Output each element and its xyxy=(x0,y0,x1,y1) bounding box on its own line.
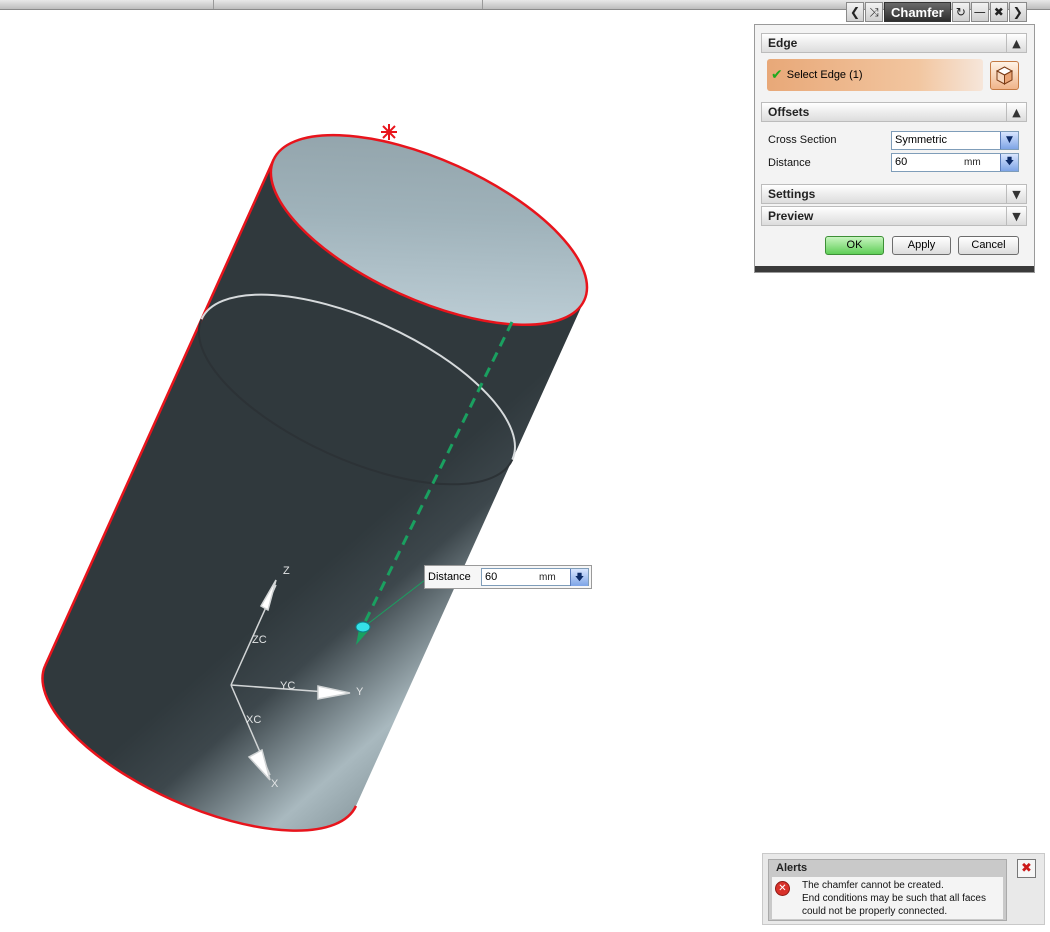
minimize-icon[interactable]: — xyxy=(970,2,989,22)
ok-button[interactable]: OK xyxy=(825,236,884,255)
chevron-right-icon[interactable]: ❯ xyxy=(1008,2,1027,22)
chevron-up-icon[interactable]: ▲ xyxy=(1006,33,1027,53)
distance-drag-handle[interactable] xyxy=(355,621,371,633)
alerts-title: Alerts xyxy=(776,862,808,874)
triad-label-zc: ZC xyxy=(252,634,267,646)
onscreen-distance-label: Distance xyxy=(428,571,471,583)
select-edge-cube-icon[interactable] xyxy=(990,61,1019,90)
cancel-button[interactable]: Cancel xyxy=(958,236,1019,255)
chevron-up-icon[interactable]: ▲ xyxy=(1006,102,1027,122)
arrow-down-icon[interactable]: 🡇 xyxy=(570,569,588,586)
cylinder-body[interactable] xyxy=(16,96,613,870)
distance-unit: mm xyxy=(964,157,981,168)
alert-message-line: The chamfer cannot be created. xyxy=(802,880,944,891)
chevron-down-icon[interactable]: ▼ xyxy=(1006,184,1027,204)
distance-value[interactable]: 60 xyxy=(895,156,907,168)
dialog-bottom-edge xyxy=(755,266,1034,272)
group-header-offsets[interactable]: Offsets xyxy=(761,102,1023,122)
cross-section-select[interactable]: Symmetric ▼ xyxy=(891,131,1019,150)
reset-icon[interactable]: ↻ xyxy=(951,2,970,22)
apply-button[interactable]: Apply xyxy=(892,236,951,255)
error-icon: ✕ xyxy=(775,881,790,896)
triad-label-z: Z xyxy=(283,565,290,577)
triad-label-x: X xyxy=(271,778,279,790)
alert-message-line: End conditions may be such that all face… xyxy=(802,893,986,904)
chevron-down-icon[interactable]: ▼ xyxy=(1000,132,1018,149)
chevron-left-icon[interactable]: ❮ xyxy=(846,2,864,22)
select-edge-row[interactable]: ✔ Select Edge (1) xyxy=(767,59,983,91)
pin-icon[interactable]: ⤨ xyxy=(865,2,883,22)
onscreen-distance-unit: mm xyxy=(539,572,556,583)
chevron-down-icon[interactable]: ▼ xyxy=(1006,206,1027,226)
onscreen-distance-field: Distance 60 mm 🡇 xyxy=(424,565,592,589)
group-header-settings[interactable]: Settings xyxy=(761,184,1023,204)
distance-input[interactable]: 60 mm 🡇 xyxy=(891,153,1019,172)
group-header-edge[interactable]: Edge xyxy=(761,33,1023,53)
group-header-preview[interactable]: Preview xyxy=(761,206,1023,226)
cross-section-label: Cross Section xyxy=(768,134,837,146)
checkmark-icon: ✔ xyxy=(771,67,783,83)
selection-marker-icon xyxy=(381,124,397,140)
close-icon[interactable]: ✖ xyxy=(1017,859,1036,878)
triad-label-y: Y xyxy=(356,686,364,698)
alert-message-line: could not be properly connected. xyxy=(802,906,948,917)
triad-label-yc: YC xyxy=(280,680,295,692)
distance-label: Distance xyxy=(768,157,811,169)
select-edge-label: Select Edge (1) xyxy=(786,69,863,81)
cross-section-value: Symmetric xyxy=(895,134,947,146)
close-icon[interactable]: ✖ xyxy=(989,2,1008,22)
onscreen-distance-input[interactable]: 60 mm 🡇 xyxy=(481,568,589,586)
onscreen-distance-value[interactable]: 60 xyxy=(485,571,497,583)
dialog-title: Chamfer xyxy=(884,2,951,22)
dialog-titlebar: ❮ ⤨ Chamfer ↻ — ✖ ❯ xyxy=(846,2,1027,24)
arrow-down-icon[interactable]: 🡇 xyxy=(1000,154,1018,171)
triad-label-xc: XC xyxy=(246,714,261,726)
